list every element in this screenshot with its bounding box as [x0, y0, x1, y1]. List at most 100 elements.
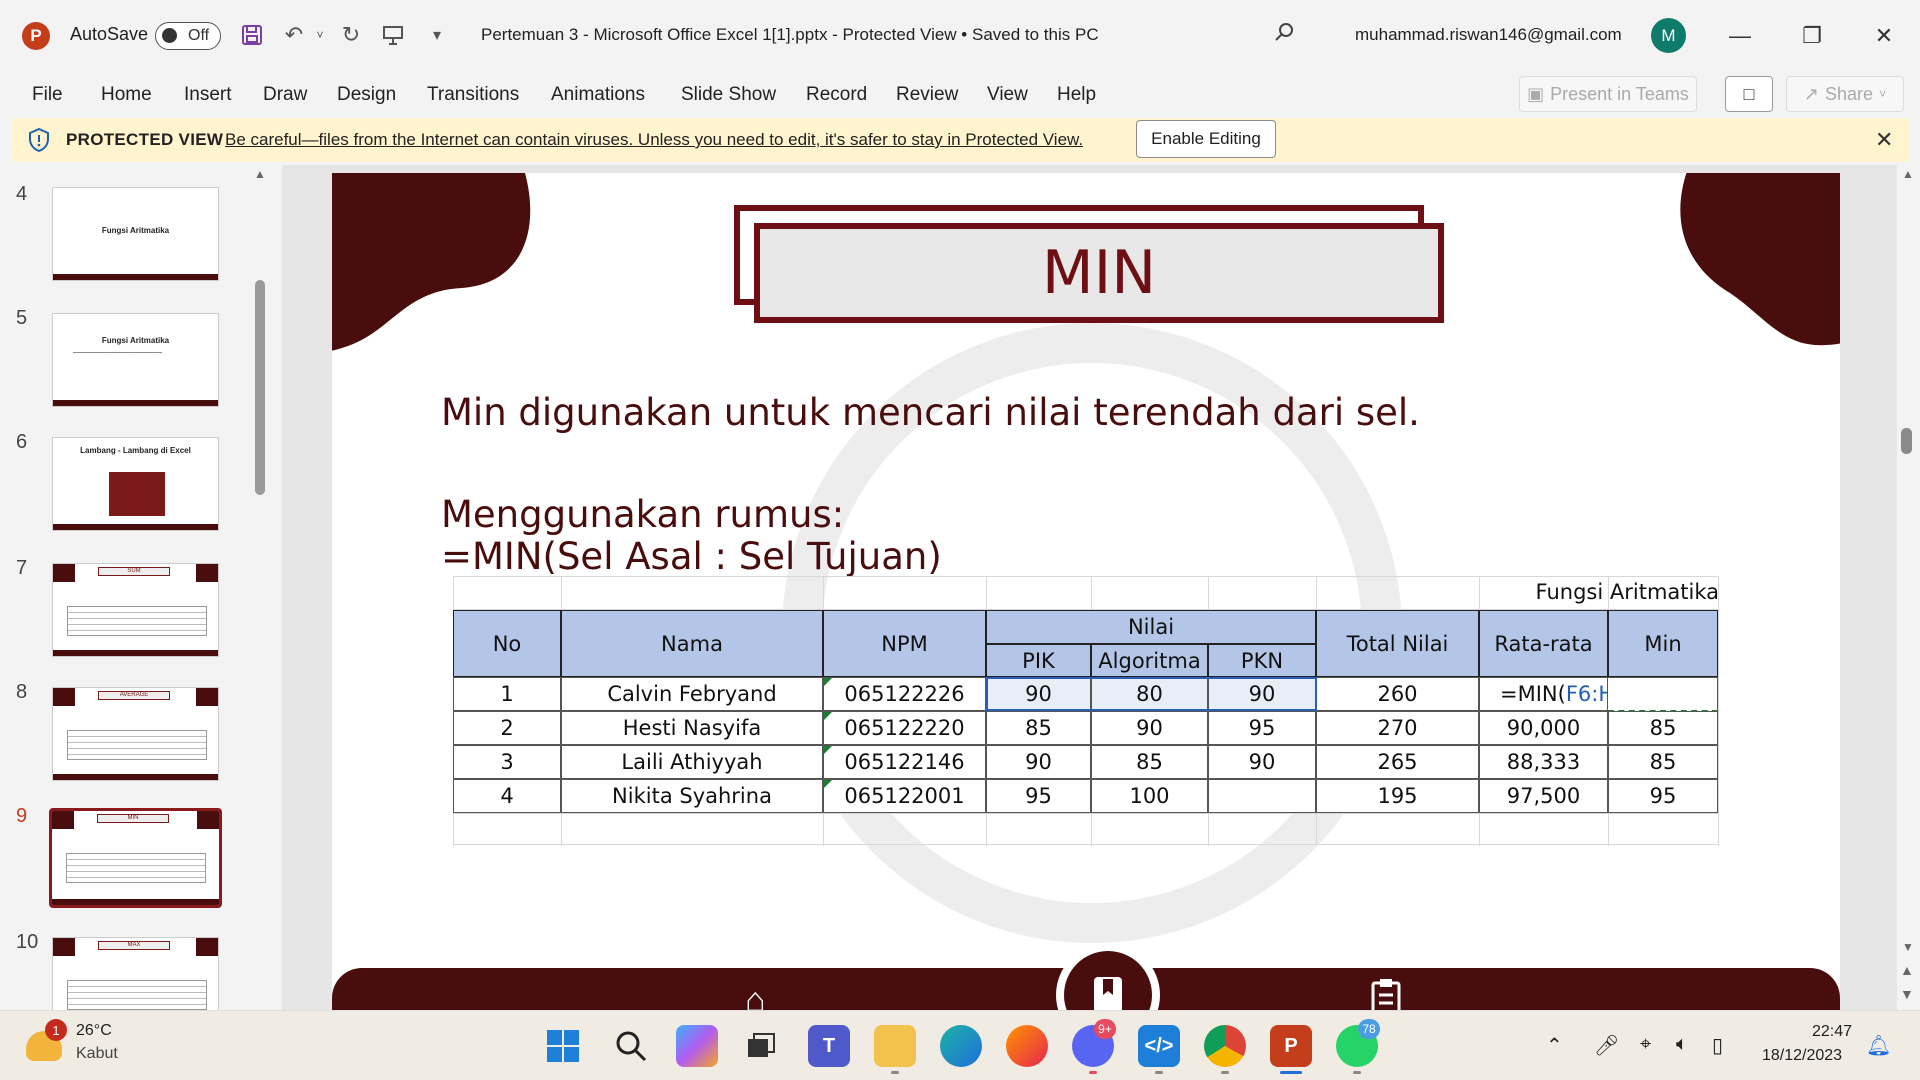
- cell-total[interactable]: 270: [1316, 711, 1479, 745]
- close-icon[interactable]: ✕: [1875, 127, 1893, 153]
- cell-min[interactable]: 95: [1608, 779, 1718, 813]
- search-icon[interactable]: [610, 1025, 652, 1067]
- notification-bell-icon[interactable]: 🔔︎: [1866, 1033, 1891, 1058]
- wifi-icon[interactable]: ⌖: [1640, 1033, 1651, 1056]
- slide-thumbnail-9[interactable]: MIN: [49, 808, 222, 908]
- cell-pkn[interactable]: 95: [1208, 711, 1316, 745]
- slide-thumbnail-7[interactable]: SUM: [52, 563, 219, 657]
- file-explorer-icon[interactable]: [874, 1025, 916, 1067]
- account-email[interactable]: muhammad.riswan146@gmail.com: [1355, 25, 1622, 45]
- firefox-icon[interactable]: [1006, 1025, 1048, 1067]
- undo-dropdown-icon[interactable]: ˅: [305, 20, 335, 50]
- cell-pik[interactable]: 95: [986, 779, 1091, 813]
- tab-draw[interactable]: Draw: [263, 84, 307, 106]
- slide-thumbnail-8[interactable]: AVERAGE: [52, 687, 219, 781]
- scroll-up-icon[interactable]: ▲: [254, 167, 266, 181]
- cell-no[interactable]: 4: [453, 779, 561, 813]
- cell-total[interactable]: 260: [1316, 677, 1479, 711]
- save-icon[interactable]: [237, 20, 267, 50]
- next-slide-icon[interactable]: ▼: [1900, 986, 1914, 1002]
- microphone-icon[interactable]: 🎤︎: [1594, 1033, 1619, 1058]
- close-icon[interactable]: ✕: [1864, 18, 1904, 54]
- edge-icon[interactable]: [940, 1025, 982, 1067]
- cell-pkn[interactable]: [1208, 779, 1316, 813]
- task-view-icon[interactable]: [740, 1025, 782, 1067]
- clock-time[interactable]: 22:47: [1812, 1023, 1852, 1041]
- tab-record[interactable]: Record: [806, 84, 867, 106]
- enable-editing-button[interactable]: Enable Editing: [1136, 120, 1276, 158]
- previous-slide-icon[interactable]: ▲: [1900, 962, 1914, 978]
- cell-algoritma[interactable]: 100: [1091, 779, 1208, 813]
- share-button[interactable]: ↗ Share ˅: [1786, 76, 1904, 112]
- windows-start-icon[interactable]: [542, 1025, 584, 1067]
- cell-algoritma[interactable]: 85: [1091, 745, 1208, 779]
- thumbnail-number: 5: [16, 307, 28, 329]
- cell-min[interactable]: 85: [1608, 745, 1718, 779]
- battery-icon[interactable]: ▯: [1712, 1033, 1723, 1058]
- cell-pkn[interactable]: 90: [1208, 745, 1316, 779]
- cell-total[interactable]: 195: [1316, 779, 1479, 813]
- slide-scrollbar-thumb[interactable]: [1901, 428, 1912, 454]
- cell-algoritma[interactable]: 90: [1091, 711, 1208, 745]
- powerpoint-icon[interactable]: P: [1270, 1025, 1312, 1067]
- search-icon[interactable]: [1272, 20, 1296, 50]
- cell-rata-rata[interactable]: 90,000: [1479, 711, 1608, 745]
- cell-nama[interactable]: Hesti Nasyifa: [561, 711, 823, 745]
- copilot-icon[interactable]: [676, 1025, 718, 1067]
- tab-transitions[interactable]: Transitions: [427, 84, 519, 106]
- customize-toolbar-icon[interactable]: ▾: [422, 20, 452, 50]
- minimize-icon[interactable]: —: [1720, 18, 1760, 54]
- cell-pik[interactable]: 90: [986, 745, 1091, 779]
- scroll-up-icon[interactable]: ▲: [1902, 167, 1914, 181]
- vscode-icon[interactable]: </>: [1138, 1025, 1180, 1067]
- cell-nama[interactable]: Nikita Syahrina: [561, 779, 823, 813]
- present-from-start-icon[interactable]: [378, 20, 408, 50]
- tab-view[interactable]: View: [987, 84, 1028, 106]
- volume-icon[interactable]: 🔈︎: [1676, 1033, 1688, 1056]
- slide-thumbnail-10[interactable]: MAX: [52, 937, 219, 1010]
- slide-thumbnail-4[interactable]: Fungsi Aritmatika: [52, 187, 219, 281]
- cell-npm[interactable]: 065122001: [823, 779, 986, 813]
- tab-insert[interactable]: Insert: [184, 84, 232, 106]
- slide-thumbnail-6[interactable]: Lambang - Lambang di Excel: [52, 437, 219, 531]
- cell-nama[interactable]: Calvin Febryand: [561, 677, 823, 711]
- scroll-down-icon[interactable]: ▼: [1902, 940, 1914, 954]
- cell-min[interactable]: 85: [1608, 711, 1718, 745]
- teams-icon[interactable]: T: [808, 1025, 850, 1067]
- tab-review[interactable]: Review: [896, 84, 958, 106]
- cell-nama[interactable]: Laili Athiyyah: [561, 745, 823, 779]
- cell-rata-rata[interactable]: 88,333: [1479, 745, 1608, 779]
- tab-slide-show[interactable]: Slide Show: [681, 84, 776, 106]
- cell-rata-rata[interactable]: 97,500: [1479, 779, 1608, 813]
- tab-design[interactable]: Design: [337, 84, 396, 106]
- chrome-icon[interactable]: [1204, 1025, 1246, 1067]
- cell-total[interactable]: 265: [1316, 745, 1479, 779]
- tab-file[interactable]: File: [32, 84, 63, 106]
- cell-npm[interactable]: 065122146: [823, 745, 986, 779]
- autosave-toggle[interactable]: Off: [155, 22, 221, 50]
- restore-icon[interactable]: ❐: [1792, 18, 1832, 54]
- show-hidden-icons-icon[interactable]: ⌃: [1546, 1033, 1563, 1058]
- present-in-teams-button[interactable]: ▣ Present in Teams: [1519, 76, 1697, 112]
- protected-view-message[interactable]: Be careful—files from the Internet can c…: [225, 130, 1083, 150]
- cell-npm[interactable]: 065122220: [823, 711, 986, 745]
- cell-min[interactable]: [1608, 677, 1718, 711]
- thumbnail-scrollbar[interactable]: [255, 280, 265, 495]
- tab-animations[interactable]: Animations: [551, 84, 645, 106]
- avatar[interactable]: M: [1651, 18, 1686, 53]
- redo-icon[interactable]: ↻: [336, 20, 366, 50]
- comments-button[interactable]: □: [1725, 76, 1773, 112]
- cell-no[interactable]: 2: [453, 711, 561, 745]
- tab-help[interactable]: Help: [1057, 84, 1096, 106]
- tab-home[interactable]: Home: [101, 84, 152, 106]
- cell-npm[interactable]: 065122226: [823, 677, 986, 711]
- weather-description[interactable]: Kabut: [76, 1045, 118, 1063]
- cell-formula[interactable]: =MIN(F6:H6): [1479, 677, 1636, 711]
- cell-no[interactable]: 3: [453, 745, 561, 779]
- clock-date[interactable]: 18/12/2023: [1762, 1047, 1842, 1065]
- cell-no[interactable]: 1: [453, 677, 561, 711]
- weather-temperature[interactable]: 26°C: [76, 1022, 112, 1040]
- cell-pik[interactable]: 85: [986, 711, 1091, 745]
- slide-scrollbar[interactable]: [1897, 165, 1920, 1010]
- slide-thumbnail-5[interactable]: Fungsi Aritmatika ━━━━━━━━━━━━━━━━━━━━━━…: [52, 313, 219, 407]
